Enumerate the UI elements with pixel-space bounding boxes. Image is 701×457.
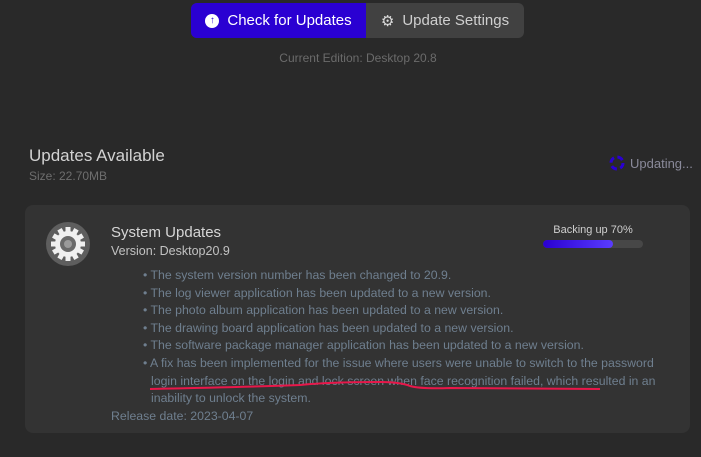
red-underline-annotation	[149, 380, 601, 390]
